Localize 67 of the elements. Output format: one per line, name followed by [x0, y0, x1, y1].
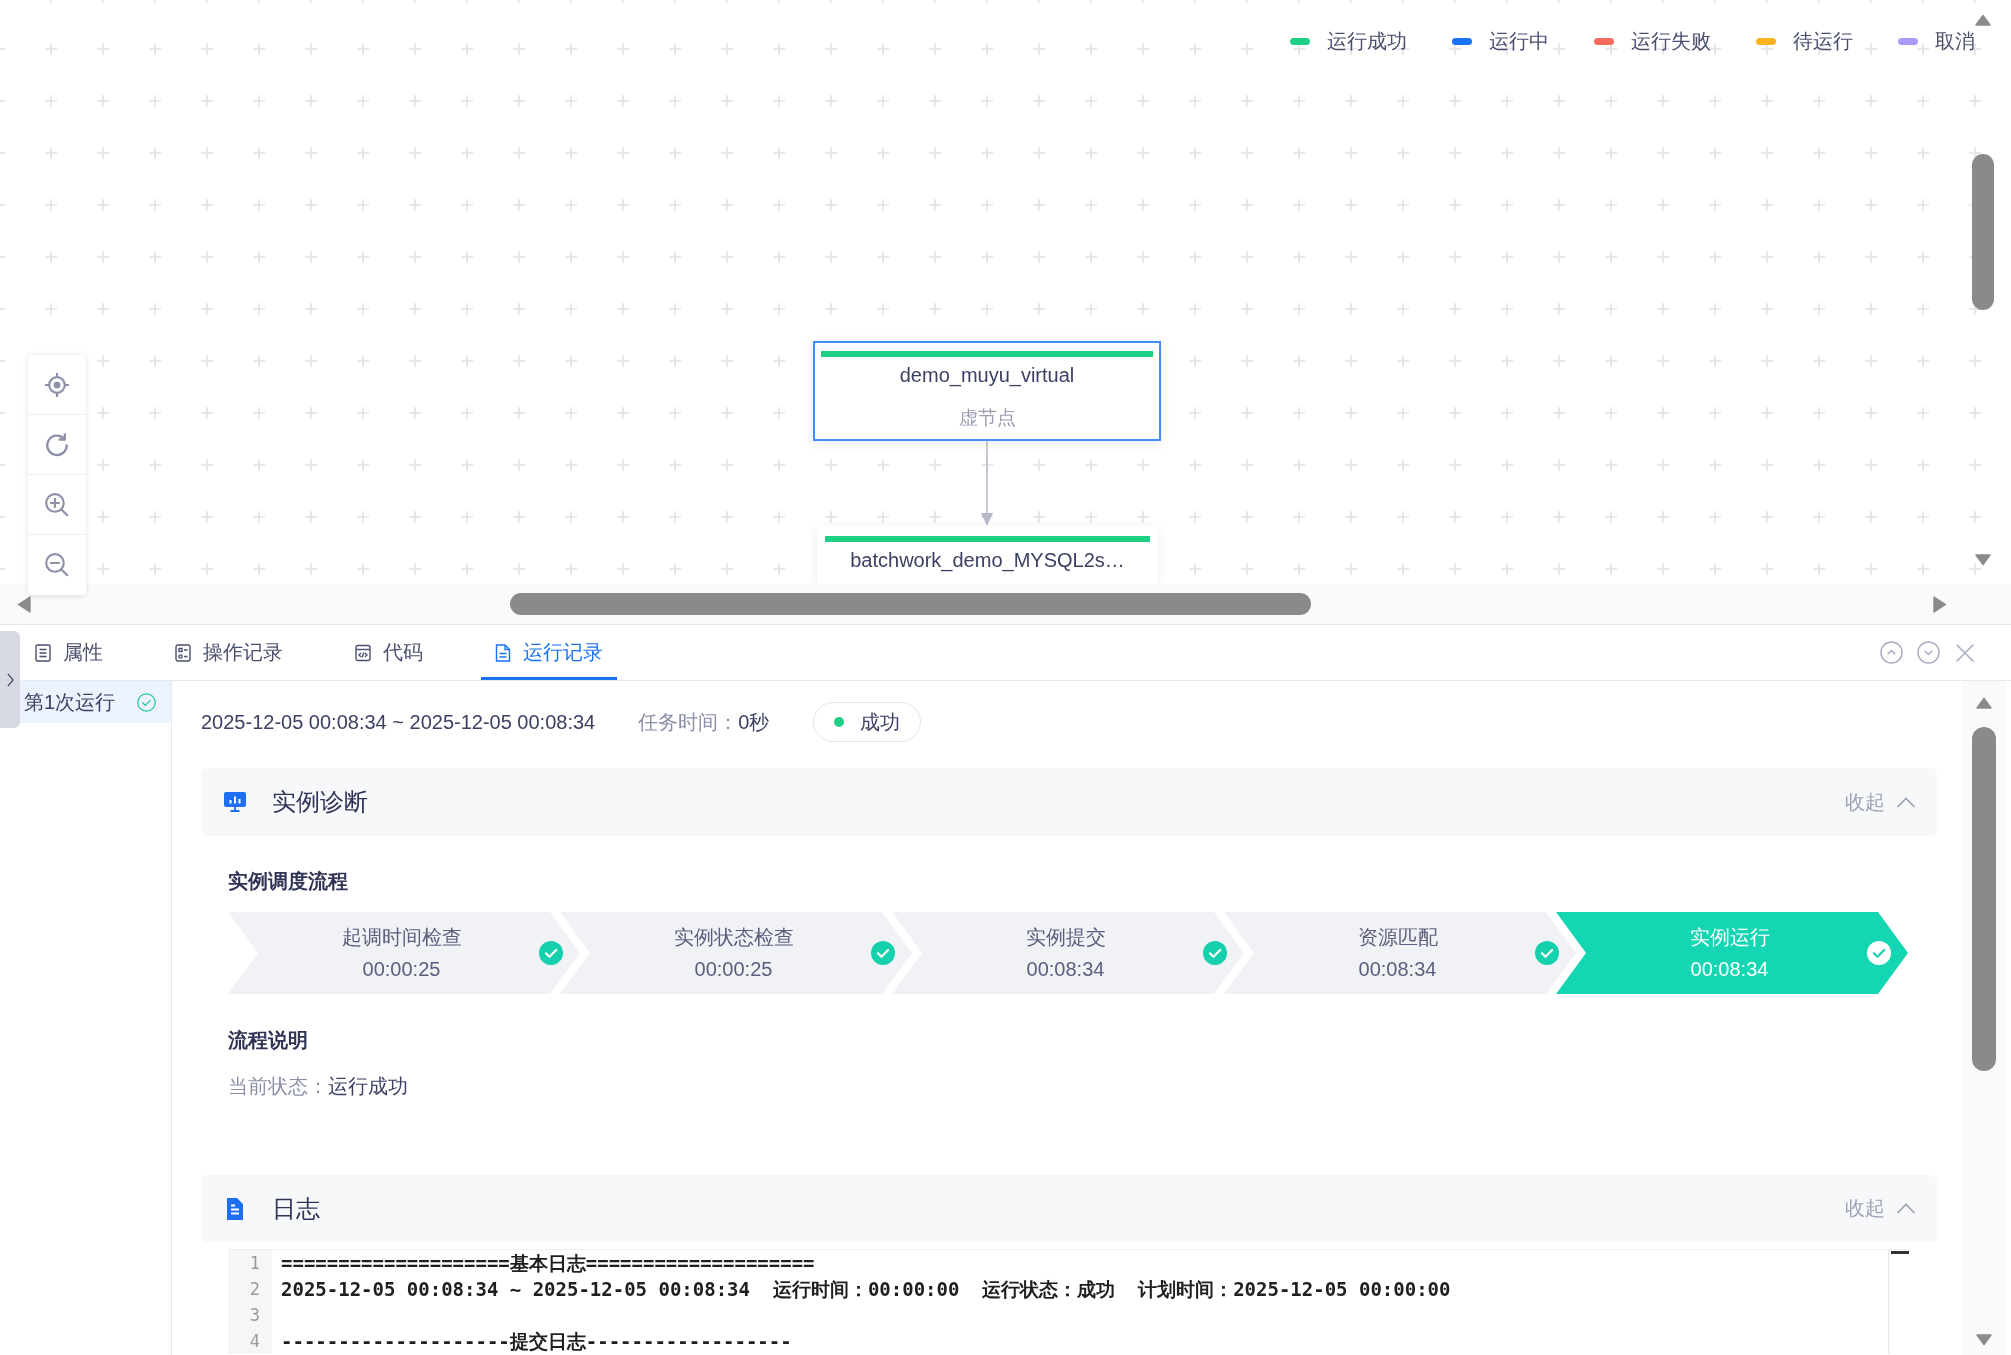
step-time: 00:08:34: [1026, 957, 1105, 982]
tab[interactable]: 操作记录: [161, 625, 297, 680]
step-title: 资源匹配: [1357, 925, 1438, 950]
run-list-item[interactable]: 第1次运行: [20, 681, 171, 723]
list-icon: [35, 643, 51, 662]
step-time: 00:08:34: [1358, 957, 1437, 982]
time-range: 2025-12-05 00:08:34 ~ 2025-12-05 00:08:34: [201, 710, 596, 734]
state-label: 当前状态：: [228, 1074, 328, 1099]
legend-label: 运行成功: [1327, 29, 1407, 54]
step-title: 起调时间检查: [341, 925, 462, 950]
refresh-icon: [45, 432, 69, 457]
node-title: batchwork_demo_MYSQL2s…: [850, 548, 1125, 572]
duration-value: 0秒: [738, 709, 770, 735]
scroll-down-icon[interactable]: [1976, 1334, 1992, 1346]
graph-node[interactable]: demo_muyu_virtual 虚节点: [813, 341, 1161, 441]
scroll-right-icon[interactable]: [1933, 595, 1947, 613]
line-number: 4: [249, 1330, 260, 1353]
state-value: 运行成功: [328, 1074, 408, 1099]
step-title: 实例运行: [1689, 925, 1770, 950]
line-number: 3: [249, 1304, 260, 1327]
form-icon: [175, 643, 191, 662]
step-time: 00:08:34: [1690, 957, 1769, 982]
badge-label: 成功: [860, 709, 901, 735]
step-time: 00:00:25: [694, 957, 773, 982]
chevron-up-circle-icon[interactable]: [1880, 641, 1903, 664]
section-title: 实例诊断: [272, 787, 368, 817]
tab[interactable]: 属性: [21, 625, 117, 680]
scroll-down-icon[interactable]: [1975, 554, 1991, 566]
document-icon: [224, 1197, 246, 1220]
legend-label: 待运行: [1793, 29, 1853, 54]
monitor-chart-icon: [224, 791, 246, 813]
scroll-left-icon[interactable]: [17, 595, 31, 613]
node-title: demo_muyu_virtual: [899, 363, 1075, 387]
locate-icon: [45, 372, 69, 397]
tab[interactable]: 代码: [341, 625, 437, 680]
document-icon: [495, 643, 511, 662]
scrollbar-thumb[interactable]: [1891, 1251, 1909, 1254]
step-title: 实例提交: [1025, 925, 1106, 950]
duration-label: 任务时间：: [638, 709, 739, 735]
scrollbar-thumb[interactable]: [510, 593, 1311, 615]
log-line: --------------------提交日志------------------: [281, 1329, 792, 1354]
code-icon: [355, 643, 371, 662]
log-line: 2025-12-05 00:08:34 ~ 2025-12-05 00:08:34 运行时间：00:00:00 运行状态：成功 计划时间：2025-12-05 00:00:00: [281, 1277, 1451, 1302]
scrollbar-thumb[interactable]: [1972, 727, 1996, 1071]
legend-label: 运行中: [1489, 29, 1549, 54]
close-icon[interactable]: [1956, 643, 1974, 662]
legend-label: 取消: [1935, 29, 1975, 54]
zoom-in-icon: [45, 492, 69, 517]
chevron-down-circle-icon[interactable]: [1917, 641, 1940, 664]
scroll-up-icon[interactable]: [1975, 14, 1991, 26]
subsection-title: 流程说明: [228, 1028, 308, 1053]
step-time: 00:00:25: [362, 957, 441, 982]
subsection-title: 实例调度流程: [228, 869, 348, 894]
chevron-right-icon: [6, 671, 14, 688]
zoom-out-icon: [45, 553, 69, 577]
line-number: 1: [249, 1252, 260, 1275]
legend-label: 运行失败: [1631, 29, 1711, 54]
scrollbar-thumb[interactable]: [1972, 154, 1994, 310]
step-title: 实例状态检查: [673, 925, 794, 950]
expand-handle[interactable]: [0, 631, 20, 728]
tab[interactable]: 运行记录: [481, 625, 617, 680]
line-number: 2: [249, 1278, 260, 1301]
log-line: ====================基本日志====================: [281, 1251, 815, 1276]
scroll-up-icon[interactable]: [1976, 697, 1992, 709]
section-title: 日志: [272, 1193, 320, 1224]
graph-node[interactable]: batchwork_demo_MYSQL2s…: [817, 526, 1158, 584]
node-subtitle: 虚节点: [958, 406, 1016, 430]
